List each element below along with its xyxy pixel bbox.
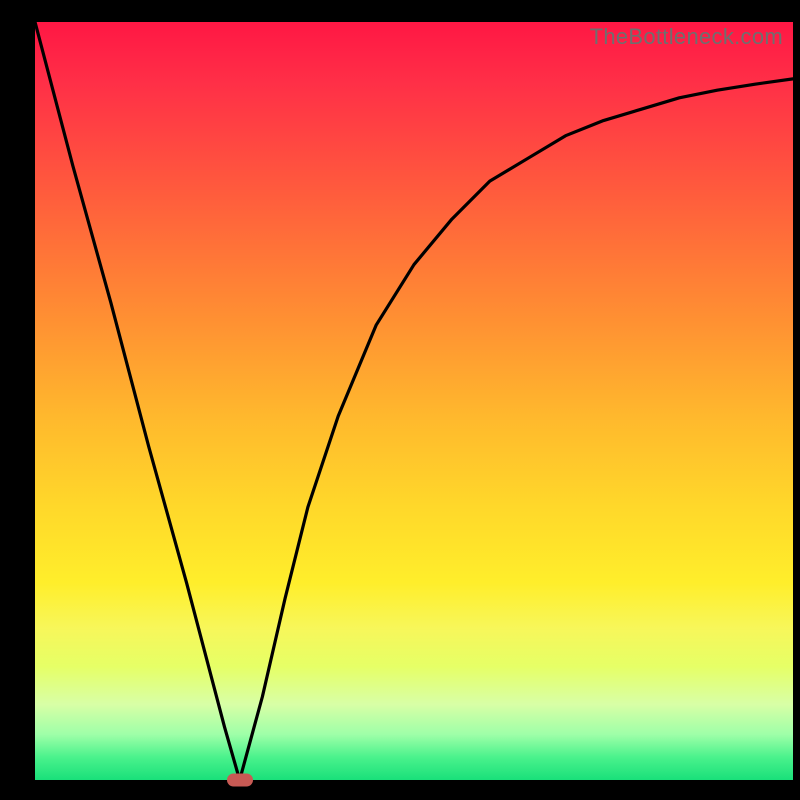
minimum-marker: [227, 774, 253, 787]
chart-frame: TheBottleneck.com: [0, 0, 800, 800]
curve-svg: [35, 22, 793, 780]
bottleneck-curve: [35, 22, 793, 780]
plot-area: TheBottleneck.com: [35, 22, 793, 780]
